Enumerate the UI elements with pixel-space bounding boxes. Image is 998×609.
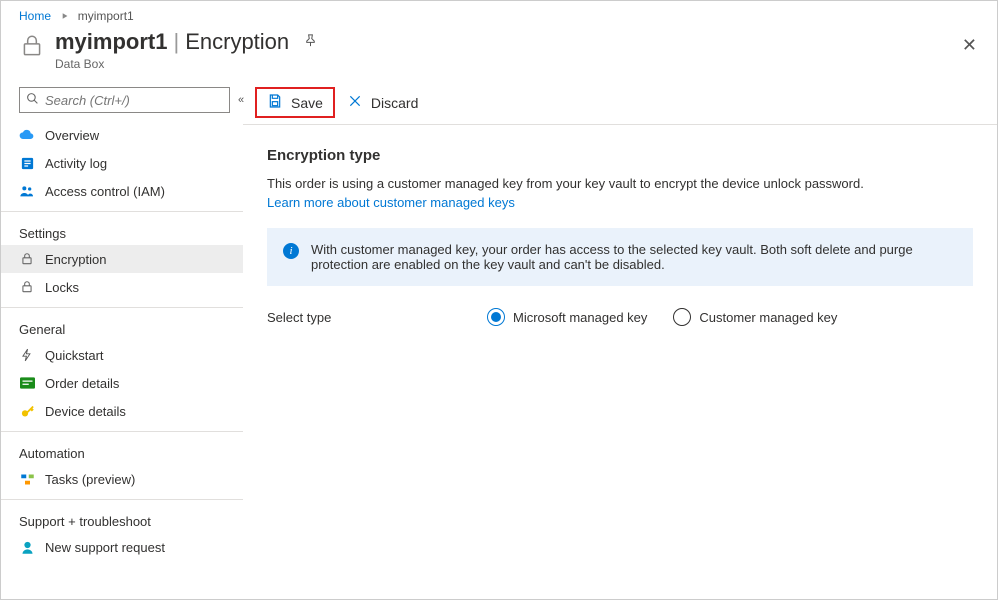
order-icon bbox=[19, 375, 35, 391]
sidebar-item-label: Access control (IAM) bbox=[45, 184, 165, 199]
activity-log-icon bbox=[19, 155, 35, 171]
people-icon bbox=[19, 183, 35, 199]
info-banner: i With customer managed key, your order … bbox=[267, 228, 973, 286]
sidebar-item-order-details[interactable]: Order details bbox=[1, 369, 243, 397]
radio-customer-managed[interactable]: Customer managed key bbox=[673, 308, 837, 326]
section-settings: Settings bbox=[1, 211, 243, 245]
search-input-wrapper[interactable] bbox=[19, 87, 230, 113]
sidebar-item-access-control[interactable]: Access control (IAM) bbox=[1, 177, 243, 205]
search-icon bbox=[26, 92, 39, 108]
sidebar-item-tasks[interactable]: Tasks (preview) bbox=[1, 465, 243, 493]
sidebar-item-label: Overview bbox=[45, 128, 99, 143]
sidebar-item-device-details[interactable]: Device details bbox=[1, 397, 243, 425]
sidebar-item-quickstart[interactable]: Quickstart bbox=[1, 341, 243, 369]
page-title: myimport1|Encryption bbox=[55, 29, 289, 55]
save-button[interactable]: Save bbox=[257, 89, 333, 116]
section-support: Support + troubleshoot bbox=[1, 499, 243, 533]
search-input[interactable] bbox=[45, 93, 223, 108]
page-header: myimport1|Encryption Data Box ✕ bbox=[1, 27, 997, 81]
toolbar: Save Discard bbox=[243, 81, 997, 125]
select-type-row: Select type Microsoft managed key Custom… bbox=[267, 308, 973, 326]
pin-icon[interactable] bbox=[303, 33, 318, 52]
sidebar-item-new-support-request[interactable]: New support request bbox=[1, 533, 243, 561]
lock-icon bbox=[19, 279, 35, 295]
radio-label: Customer managed key bbox=[699, 310, 837, 325]
sidebar-item-locks[interactable]: Locks bbox=[1, 273, 243, 301]
sidebar-item-label: Encryption bbox=[45, 252, 106, 267]
sidebar-item-label: Quickstart bbox=[45, 348, 104, 363]
info-icon: i bbox=[283, 243, 299, 259]
radio-microsoft-managed[interactable]: Microsoft managed key bbox=[487, 308, 647, 326]
sidebar-item-encryption[interactable]: Encryption bbox=[1, 245, 243, 273]
sidebar-item-label: Activity log bbox=[45, 156, 107, 171]
sidebar-item-activity-log[interactable]: Activity log bbox=[1, 149, 243, 177]
breadcrumb-home[interactable]: Home bbox=[19, 9, 51, 23]
discard-button[interactable]: Discard bbox=[337, 89, 428, 116]
section-heading: Encryption type bbox=[267, 147, 973, 164]
sidebar-item-overview[interactable]: Overview bbox=[1, 121, 243, 149]
save-icon bbox=[267, 93, 283, 112]
sidebar-item-label: Tasks (preview) bbox=[45, 472, 135, 487]
lock-icon bbox=[19, 251, 35, 267]
breadcrumb: Home ⯈ myimport1 bbox=[1, 1, 997, 27]
breadcrumb-current: myimport1 bbox=[78, 9, 134, 23]
discard-button-label: Discard bbox=[371, 95, 418, 111]
section-description: This order is using a customer managed k… bbox=[267, 176, 973, 191]
service-subtitle: Data Box bbox=[55, 57, 318, 71]
learn-more-link[interactable]: Learn more about customer managed keys bbox=[267, 195, 515, 210]
save-button-label: Save bbox=[291, 95, 323, 111]
close-icon[interactable]: ✕ bbox=[962, 35, 977, 56]
select-type-label: Select type bbox=[267, 310, 487, 325]
chevron-right-icon: ⯈ bbox=[60, 12, 68, 23]
sidebar: « Overview Activity log Access control (… bbox=[1, 81, 243, 609]
sidebar-item-label: Device details bbox=[45, 404, 126, 419]
section-general: General bbox=[1, 307, 243, 341]
radio-icon bbox=[487, 308, 505, 326]
cloud-icon bbox=[19, 127, 35, 143]
support-icon bbox=[19, 539, 35, 555]
radio-icon bbox=[673, 308, 691, 326]
save-highlight: Save bbox=[255, 87, 335, 118]
sidebar-item-label: New support request bbox=[45, 540, 165, 555]
main-content: Save Discard Encryption type This order … bbox=[243, 81, 997, 609]
lock-icon bbox=[19, 33, 45, 62]
key-icon bbox=[19, 403, 35, 419]
info-message: With customer managed key, your order ha… bbox=[311, 242, 957, 272]
sidebar-item-label: Order details bbox=[45, 376, 119, 391]
discard-icon bbox=[347, 93, 363, 112]
section-automation: Automation bbox=[1, 431, 243, 465]
radio-label: Microsoft managed key bbox=[513, 310, 647, 325]
bolt-icon bbox=[19, 347, 35, 363]
sidebar-item-label: Locks bbox=[45, 280, 79, 295]
tasks-icon bbox=[19, 471, 35, 487]
